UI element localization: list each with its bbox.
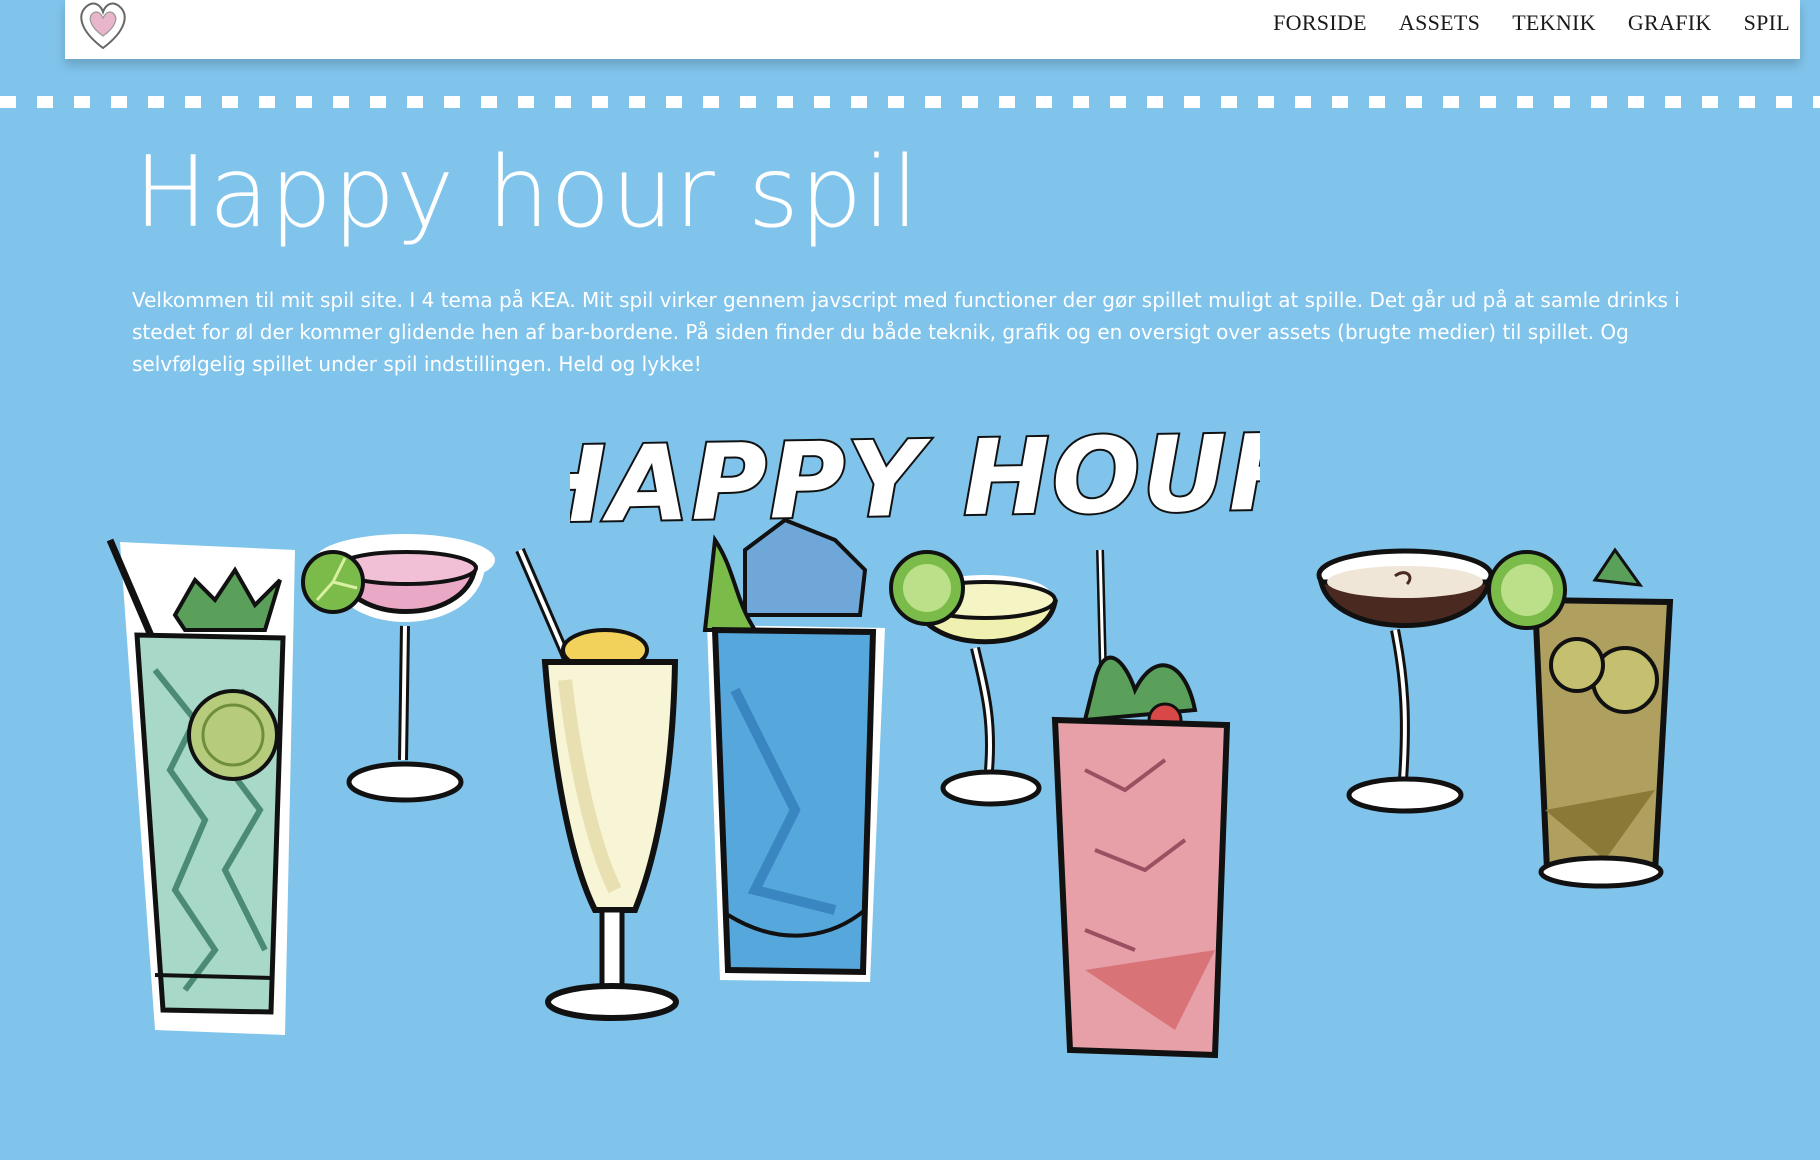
nav-assets-link[interactable]: ASSETS — [1399, 10, 1480, 36]
page-title: Happy hour spil — [134, 136, 920, 250]
cosmopolitan-drink — [301, 534, 495, 803]
margarita-drink — [889, 550, 1059, 807]
espresso-martini-drink — [1316, 548, 1494, 814]
cocktails-illustration — [106, 517, 1674, 1059]
nav-teknik-link[interactable]: TEKNIK — [1512, 10, 1596, 36]
strawberry-mojito-drink — [1051, 549, 1231, 1059]
pina-colada-drink — [515, 548, 679, 1021]
nav-forside-link[interactable]: FORSIDE — [1273, 10, 1367, 36]
main-nav: FORSIDE ASSETS TEKNIK GRAFIK SPIL — [1273, 10, 1790, 36]
top-navbar: FORSIDE ASSETS TEKNIK GRAFIK SPIL — [65, 0, 1800, 59]
lime-cocktail-drink — [1487, 547, 1674, 889]
nav-spil-link[interactable]: SPIL — [1744, 10, 1790, 36]
intro-paragraph: Velkommen til mit spil site. I 4 tema på… — [132, 288, 1680, 376]
mojito-drink — [106, 538, 295, 1035]
dashed-divider — [0, 96, 1820, 108]
blue-lagoon-drink — [702, 517, 885, 982]
heart-icon[interactable] — [73, 0, 133, 56]
nav-grafik-link[interactable]: GRAFIK — [1628, 10, 1712, 36]
